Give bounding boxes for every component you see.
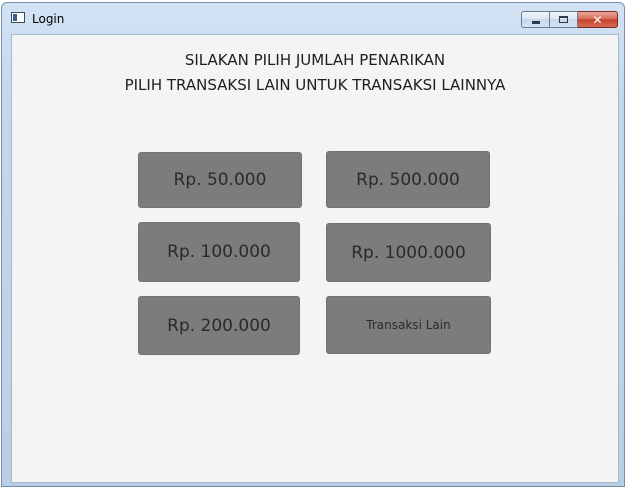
minimize-button[interactable] (521, 11, 550, 28)
withdraw-200000-button[interactable]: Rp. 200.000 (138, 296, 300, 355)
close-button[interactable]: ✕ (578, 11, 618, 28)
minimize-icon (531, 20, 540, 24)
withdraw-1000000-button[interactable]: Rp. 1000.000 (326, 223, 491, 282)
withdraw-100000-button[interactable]: Rp. 100.000 (138, 222, 300, 282)
heading-other-transaction-hint: PILIH TRANSAKSI LAIN UNTUK TRANSAKSI LAI… (124, 76, 506, 94)
other-transaction-button[interactable]: Transaksi Lain (326, 296, 491, 354)
app-window: Login ✕ SILAKAN PILIH JUMLAH PENARIKAN P… (1, 2, 625, 487)
close-icon: ✕ (592, 12, 603, 27)
heading-select-amount: SILAKAN PILIH JUMLAH PENARIKAN (184, 51, 446, 69)
window-title: Login (32, 12, 65, 26)
window-app-icon (11, 12, 25, 23)
withdraw-50000-button[interactable]: Rp. 50.000 (138, 152, 302, 208)
title-bar[interactable]: Login ✕ (2, 3, 624, 31)
withdraw-500000-button[interactable]: Rp. 500.000 (326, 151, 490, 208)
maximize-icon (559, 16, 568, 23)
maximize-button[interactable] (550, 11, 578, 28)
client-area: SILAKAN PILIH JUMLAH PENARIKAN PILIH TRA… (11, 34, 619, 483)
